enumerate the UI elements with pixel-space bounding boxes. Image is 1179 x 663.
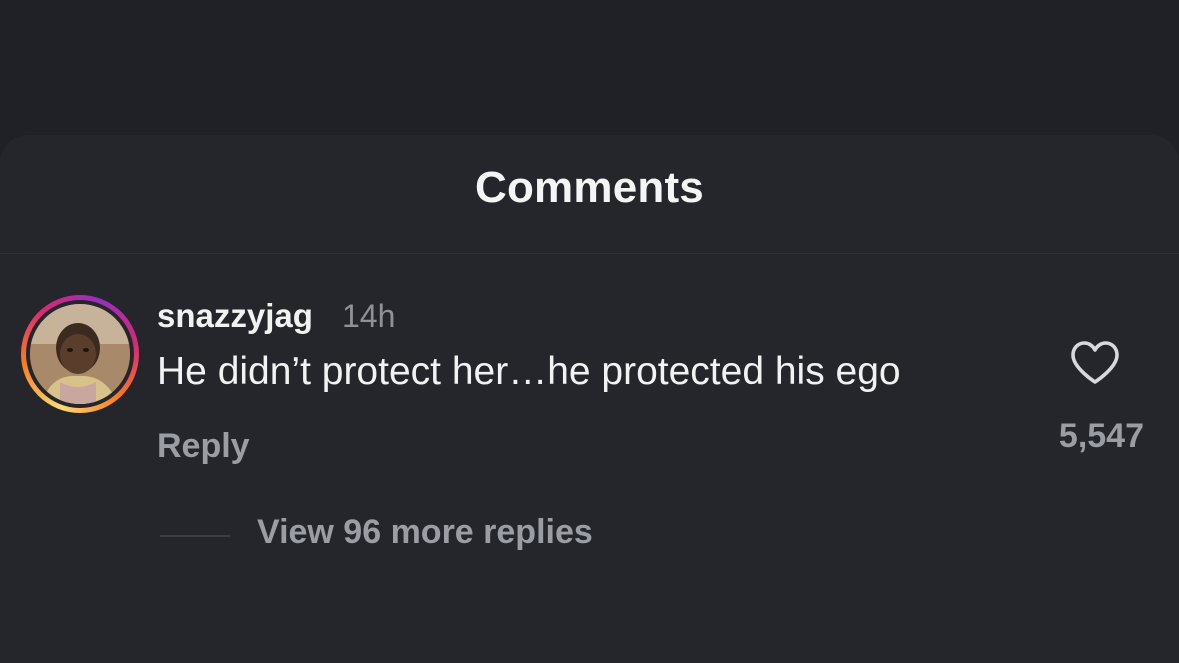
comment-text: He didn’t protect her…he protected his e… [157,350,901,393]
avatar-portrait [30,304,130,404]
backdrop [0,0,1179,140]
like-count: 5,547 [1058,417,1144,455]
avatar [30,304,130,404]
avatar-story-ring[interactable] [21,295,139,413]
replies-divider [160,535,230,537]
comments-sheet: Comments snazzyjag 14h He didn’t protect… [0,135,1179,663]
avatar-ring-gap [26,300,134,408]
view-more-replies-button[interactable]: View 96 more replies [257,513,593,552]
reply-button[interactable]: Reply [157,427,250,466]
sheet-title: Comments [475,163,704,212]
sheet-header: Comments [0,135,1179,254]
heart-outline-icon[interactable] [1069,340,1121,386]
comment-username[interactable]: snazzyjag [157,297,313,335]
comment-timestamp: 14h [342,298,396,334]
